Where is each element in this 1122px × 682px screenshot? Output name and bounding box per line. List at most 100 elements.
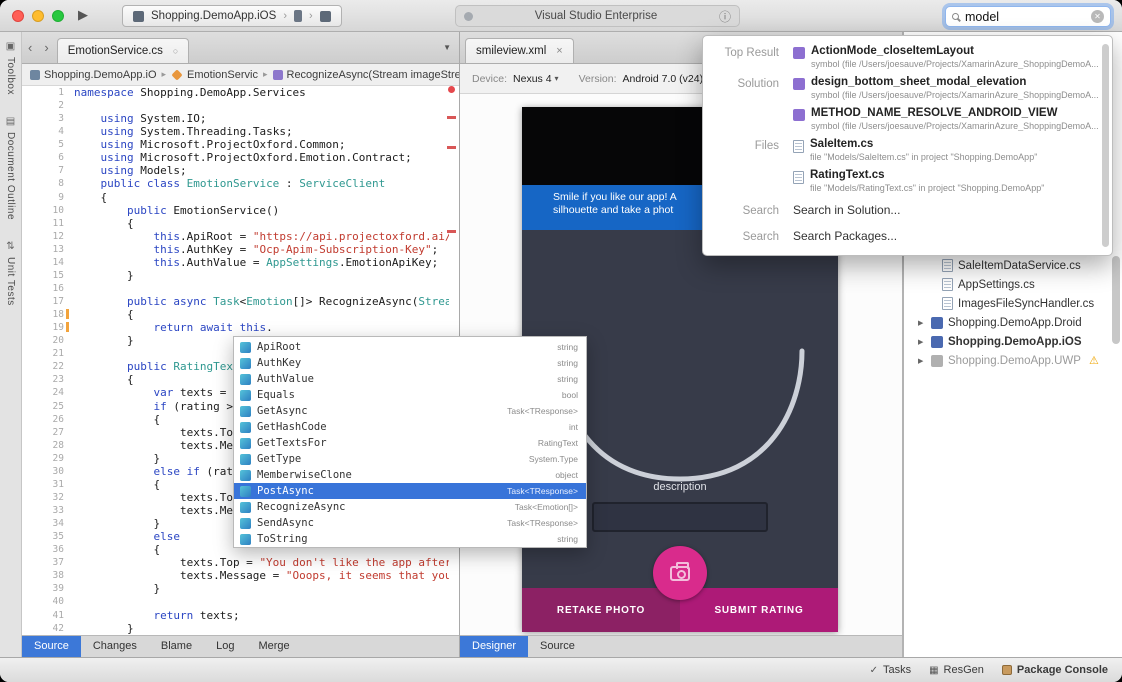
code-line[interactable]: 4 using System.Threading.Tasks; <box>22 125 459 138</box>
close-tab-icon[interactable]: × <box>556 45 562 57</box>
designer-view-tab-source[interactable]: Source <box>528 636 587 657</box>
version-selector[interactable]: Android 7.0 (v24) ▾ <box>623 73 711 85</box>
search-result-row[interactable]: SearchSearch Packages... <box>703 223 1112 249</box>
resgen-button[interactable]: ▦ ResGen <box>929 664 984 676</box>
search-result-row[interactable]: Top ResultActionMode_closeItemLayoutsymb… <box>703 42 1112 73</box>
line-number[interactable]: 1 <box>22 86 74 99</box>
line-number[interactable]: 34 <box>22 517 74 530</box>
line-number[interactable]: 9 <box>22 191 74 204</box>
solution-item[interactable]: ImagesFileSyncHandler.cs <box>904 294 1122 313</box>
line-number[interactable]: 2 <box>22 99 74 112</box>
line-number[interactable]: 4 <box>22 125 74 138</box>
line-number[interactable]: 12 <box>22 230 74 243</box>
code-line[interactable]: 9 { <box>22 191 459 204</box>
editor-view-tab-changes[interactable]: Changes <box>81 636 149 657</box>
line-number[interactable]: 29 <box>22 452 74 465</box>
code-line[interactable]: 40 <box>22 595 459 608</box>
sidebar-tab-unit-tests[interactable]: ⇅Unit Tests <box>5 232 16 318</box>
line-number[interactable]: 21 <box>22 347 74 360</box>
code-line[interactable]: 37 texts.Top = "You don't like the app a… <box>22 556 459 569</box>
code-line[interactable]: 7 using Models; <box>22 164 459 177</box>
line-number[interactable]: 32 <box>22 491 74 504</box>
line-number[interactable]: 41 <box>22 609 74 622</box>
solution-item[interactable]: ▶Shopping.DemoApp.UWP⚠ <box>904 351 1122 370</box>
retake-photo-button[interactable]: RETAKE PHOTO <box>522 588 680 632</box>
tasks-button[interactable]: ✓ Tasks <box>870 664 912 676</box>
line-number[interactable]: 5 <box>22 138 74 151</box>
editor-view-tab-blame[interactable]: Blame <box>149 636 204 657</box>
line-number[interactable]: 30 <box>22 465 74 478</box>
scrollbar-thumb[interactable] <box>1102 44 1109 247</box>
code-line[interactable]: 8 public class EmotionService : ServiceC… <box>22 177 459 190</box>
line-number[interactable]: 7 <box>22 164 74 177</box>
search-input[interactable] <box>965 10 1085 24</box>
completion-item[interactable]: AuthKeystring <box>234 355 586 371</box>
completion-item[interactable]: MemberwiseCloneobject <box>234 467 586 483</box>
line-number[interactable]: 23 <box>22 373 74 386</box>
search-result-row[interactable]: Solutiondesign_bottom_sheet_modal_elevat… <box>703 73 1112 104</box>
code-line[interactable]: 14 this.AuthValue = AppSettings.EmotionA… <box>22 256 459 269</box>
info-icon[interactable]: ⓘ <box>719 8 731 25</box>
line-number[interactable]: 25 <box>22 400 74 413</box>
tab-emotionservice-cs[interactable]: EmotionService.cs ○ <box>57 38 190 63</box>
code-line[interactable]: 11 { <box>22 217 459 230</box>
code-line[interactable]: 3 using System.IO; <box>22 112 459 125</box>
run-button[interactable]: ▶ <box>78 7 88 23</box>
completion-item[interactable]: RecognizeAsyncTask<Emotion[]> <box>234 499 586 515</box>
solution-item[interactable]: AppSettings.cs <box>904 275 1122 294</box>
completion-item[interactable]: GetAsyncTask<TResponse> <box>234 403 586 419</box>
line-number[interactable]: 35 <box>22 530 74 543</box>
code-line[interactable]: 13 this.AuthKey = "Ocp-Apim-Subscription… <box>22 243 459 256</box>
close-window-button[interactable] <box>12 10 24 22</box>
code-line[interactable]: 39 } <box>22 582 459 595</box>
completion-item[interactable]: GetTextsForRatingText <box>234 435 586 451</box>
search-result-row[interactable]: METHOD_NAME_RESOLVE_ANDROID_VIEWsymbol (… <box>703 104 1112 135</box>
line-number[interactable]: 37 <box>22 556 74 569</box>
solution-item[interactable]: ▶Shopping.DemoApp.iOS <box>904 332 1122 351</box>
code-line[interactable]: 12 this.ApiRoot = "https://api.projectox… <box>22 230 459 243</box>
solution-item[interactable]: SaleItemDataService.cs <box>904 256 1122 275</box>
completion-item[interactable]: SendAsyncTask<TResponse> <box>234 515 586 531</box>
completion-item[interactable]: PostAsyncTask<TResponse> <box>234 483 586 499</box>
code-line[interactable]: 5 using Microsoft.ProjectOxford.Common; <box>22 138 459 151</box>
breadcrumb-item[interactable]: EmotionServic <box>171 69 258 81</box>
search-result-row[interactable]: SearchSearch in Solution... <box>703 197 1112 223</box>
line-number[interactable]: 39 <box>22 582 74 595</box>
sidebar-tab-document-outline[interactable]: ▤Document Outline <box>5 107 16 232</box>
completion-item[interactable]: ToStringstring <box>234 531 586 547</box>
code-line[interactable]: 1namespace Shopping.DemoApp.Services <box>22 86 459 99</box>
editor-view-tab-log[interactable]: Log <box>204 636 246 657</box>
line-number[interactable]: 40 <box>22 595 74 608</box>
zoom-window-button[interactable] <box>52 10 64 22</box>
tab-dirty-icon[interactable]: ○ <box>173 46 178 56</box>
editor-view-tab-source[interactable]: Source <box>22 636 81 657</box>
sidebar-tab-toolbox[interactable]: ▣Toolbox <box>5 32 16 107</box>
tab-overflow-icon[interactable]: ▼ <box>443 43 459 52</box>
designer-view-tab-designer[interactable]: Designer <box>460 636 528 657</box>
code-line[interactable]: 18 { <box>22 308 459 321</box>
code-line[interactable]: 17 public async Task<Emotion[]> Recogniz… <box>22 295 459 308</box>
line-number[interactable]: 6 <box>22 151 74 164</box>
description-input[interactable] <box>592 502 768 532</box>
scrollbar-thumb[interactable] <box>1112 256 1120 344</box>
camera-fab-button[interactable] <box>653 546 707 600</box>
line-number[interactable]: 33 <box>22 504 74 517</box>
line-number[interactable]: 17 <box>22 295 74 308</box>
code-line[interactable]: 19 return await this. <box>22 321 459 334</box>
code-line[interactable]: 16 <box>22 282 459 295</box>
submit-rating-button[interactable]: SUBMIT RATING <box>680 588 838 632</box>
line-number[interactable]: 11 <box>22 217 74 230</box>
line-number[interactable]: 22 <box>22 360 74 373</box>
code-line[interactable]: 6 using Microsoft.ProjectOxford.Emotion.… <box>22 151 459 164</box>
expand-icon[interactable]: ▶ <box>918 319 926 327</box>
line-number[interactable]: 8 <box>22 177 74 190</box>
line-number[interactable]: 26 <box>22 413 74 426</box>
navigate-forward-icon[interactable]: › <box>38 40 54 55</box>
run-configuration-selector[interactable]: Shopping.DemoApp.iOS › › <box>122 5 342 27</box>
line-number[interactable]: 28 <box>22 439 74 452</box>
search-result-row[interactable]: FilesSaleItem.csfile "Models/SaleItem.cs… <box>703 135 1112 166</box>
editor-view-tab-merge[interactable]: Merge <box>246 636 301 657</box>
clear-search-icon[interactable]: ✕ <box>1091 10 1104 23</box>
expand-icon[interactable]: ▶ <box>918 357 926 365</box>
breadcrumb-item[interactable]: Shopping.DemoApp.iO <box>30 69 157 81</box>
